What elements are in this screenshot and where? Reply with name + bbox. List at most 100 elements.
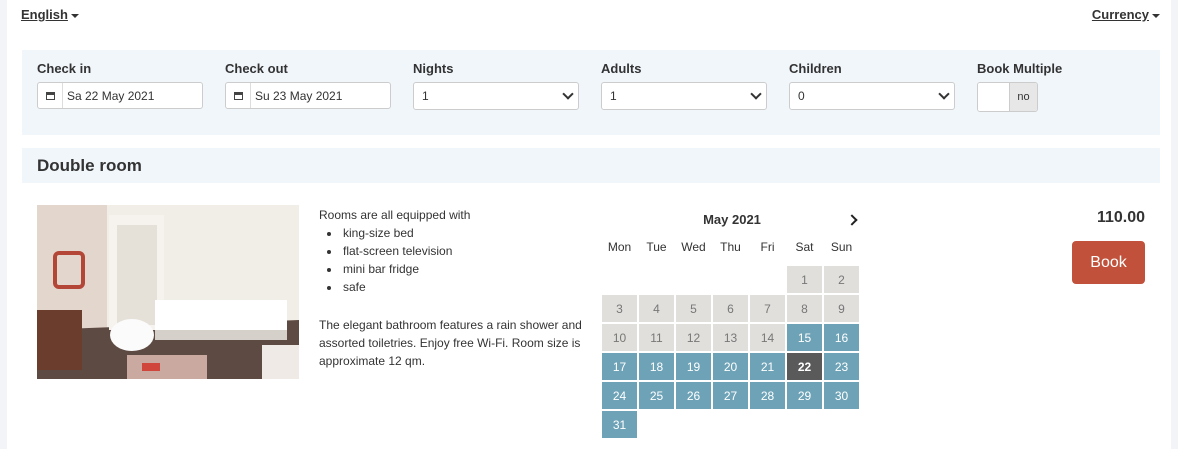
calendar-day-past: 6 — [713, 295, 748, 322]
weekday-header: Mon Tue Wed Thu Fri Sat Sun — [602, 240, 862, 260]
language-dropdown[interactable]: English — [21, 7, 79, 22]
book-multiple-field: Book Multiple no — [977, 62, 1062, 112]
children-value: 0 — [798, 89, 805, 103]
amenity-item: mini bar fridge — [341, 260, 589, 278]
calendar-empty-cell — [639, 266, 674, 293]
calendar-day-past: 14 — [750, 324, 785, 351]
caret-down-icon — [70, 13, 79, 18]
calendar-day-available[interactable]: 26 — [676, 382, 711, 409]
weekday-label: Thu — [720, 240, 741, 254]
adults-select[interactable]: 1 — [601, 82, 767, 110]
calendar-day-available[interactable]: 20 — [713, 353, 748, 380]
amenity-item: safe — [341, 278, 589, 296]
calendar-empty-cell — [750, 266, 785, 293]
checkin-label: Check in — [37, 61, 92, 76]
page-edge-right — [1171, 0, 1178, 449]
amenities-intro: Rooms are all equipped with — [319, 208, 471, 222]
children-label: Children — [789, 61, 842, 76]
calendar-day-past: 4 — [639, 295, 674, 322]
amenity-item: king-size bed — [341, 224, 589, 242]
calendar-day-available[interactable]: 16 — [824, 324, 859, 351]
currency-label: Currency — [1091, 7, 1149, 22]
calendar-day-past: 8 — [787, 295, 822, 322]
calendar-day-available[interactable]: 19 — [676, 353, 711, 380]
weekday-label: Tue — [646, 240, 667, 254]
amenities-list: king-size bed flat-screen television min… — [319, 224, 589, 296]
calendar-month-title: May 2021 — [703, 212, 761, 227]
nights-value: 1 — [422, 89, 429, 103]
page-edge-left — [0, 0, 7, 449]
toggle-knob — [978, 83, 1009, 111]
calendar-empty-cell — [750, 411, 785, 438]
weekday-label: Mon — [607, 240, 632, 254]
calendar-day-available[interactable]: 30 — [824, 382, 859, 409]
currency-dropdown[interactable]: Currency — [1092, 7, 1160, 22]
room-description: Rooms are all equipped with king-size be… — [319, 206, 589, 370]
nights-field: Nights 1 — [413, 62, 579, 110]
weekday-label: Sat — [795, 240, 814, 254]
calendar-empty-cell — [676, 411, 711, 438]
book-multiple-label: Book Multiple — [977, 61, 1063, 76]
calendar-day-past: 5 — [676, 295, 711, 322]
calendar-week-row: 3456789 — [602, 295, 862, 322]
calendar-grid: 1 2 3 4 5 6 7 8 9 10 11 12 13 14 15 16 17 18 19 20 21 22 23 24 2… — [602, 266, 862, 438]
adults-value: 1 — [610, 89, 617, 103]
calendar-empty-cell — [639, 411, 674, 438]
calendar-icon — [38, 83, 63, 108]
calendar-day-available[interactable]: 24 — [602, 382, 637, 409]
calendar-day-available[interactable]: 27 — [713, 382, 748, 409]
calendar-day-past: 13 — [713, 324, 748, 351]
amenity-item: flat-screen television — [341, 242, 589, 260]
calendar-empty-cell — [824, 411, 859, 438]
calendar-day-available[interactable]: 17 — [602, 353, 637, 380]
children-select[interactable]: 0 — [789, 82, 955, 110]
calendar-day-past: 10 — [602, 324, 637, 351]
calendar-empty-cell — [602, 266, 637, 293]
nights-select[interactable]: 1 — [413, 82, 579, 110]
calendar-empty-cell — [676, 266, 711, 293]
nights-label: Nights — [413, 61, 454, 76]
room-photo — [37, 205, 299, 379]
book-button[interactable]: Book — [1072, 241, 1145, 284]
room-title: Double room — [37, 156, 142, 175]
adults-label: Adults — [601, 61, 642, 76]
caret-down-icon — [1152, 13, 1160, 18]
calendar-week-row: 10 11 12 13 14 15 16 — [602, 324, 862, 351]
calendar-week-row: 24 25 26 27 28 29 30 — [602, 382, 862, 409]
weekday-label: Wed — [681, 240, 706, 254]
room-header: Double room — [22, 148, 1160, 183]
checkout-field: Check out Su 23 May 2021 — [225, 62, 391, 109]
chevron-down-icon — [562, 88, 574, 100]
calendar-day-available[interactable]: 21 — [750, 353, 785, 380]
calendar-day-available[interactable]: 31 — [602, 411, 637, 438]
calendar-day-available[interactable]: 28 — [750, 382, 785, 409]
children-field: Children 0 — [789, 62, 955, 110]
calendar-day-past: 9 — [824, 295, 859, 322]
calendar-day-past: 2 — [824, 266, 859, 293]
calendar-day-available[interactable]: 23 — [824, 353, 859, 380]
calendar-day-available[interactable]: 25 — [639, 382, 674, 409]
chevron-down-icon — [750, 88, 762, 100]
checkout-label: Check out — [225, 61, 288, 76]
room-price: 110.00 — [1096, 209, 1145, 226]
checkin-input[interactable]: Sa 22 May 2021 — [37, 82, 203, 109]
toggle-state: no — [1009, 83, 1037, 111]
calendar-day-available[interactable]: 29 — [787, 382, 822, 409]
checkout-input[interactable]: Su 23 May 2021 — [225, 82, 391, 109]
calendar-day-available[interactable]: 15 — [787, 324, 822, 351]
calendar-week-row: 12 — [602, 266, 862, 293]
calendar-day-past: 11 — [639, 324, 674, 351]
book-multiple-toggle[interactable]: no — [977, 82, 1038, 112]
calendar-day-available[interactable]: 18 — [639, 353, 674, 380]
calendar-empty-cell — [713, 411, 748, 438]
calendar-week-row: 31 — [602, 411, 862, 438]
calendar-day-past: 7 — [750, 295, 785, 322]
calendar-day-past: 1 — [787, 266, 822, 293]
checkin-value: Sa 22 May 2021 — [67, 88, 155, 103]
checkout-value: Su 23 May 2021 — [255, 88, 343, 103]
calendar-day-past: 12 — [676, 324, 711, 351]
calendar-day-selected[interactable]: 22 — [787, 353, 822, 380]
chevron-right-icon[interactable] — [846, 214, 858, 226]
weekday-label: Sun — [830, 240, 853, 254]
calendar-icon — [226, 83, 251, 108]
